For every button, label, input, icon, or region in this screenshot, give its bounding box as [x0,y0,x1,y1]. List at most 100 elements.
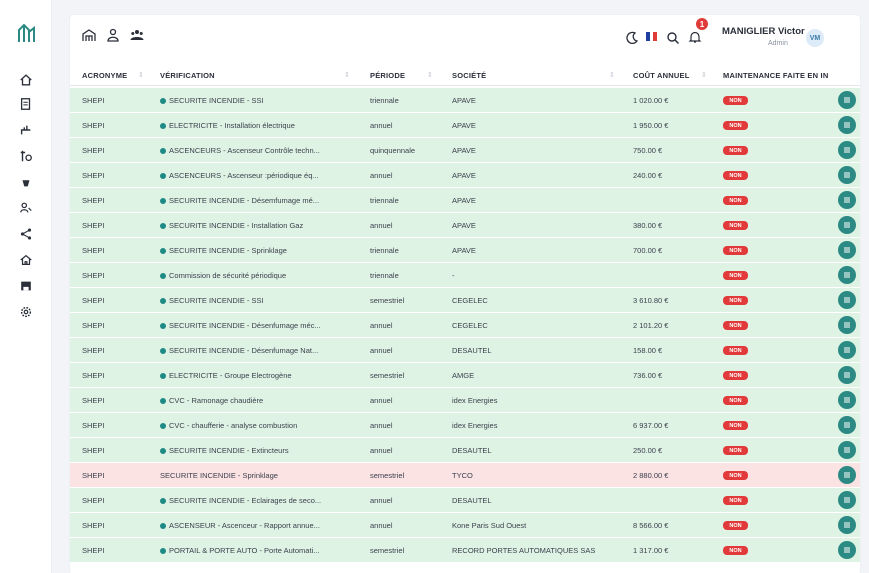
notifications-bell-icon[interactable] [688,30,702,44]
info-dot-icon[interactable] [160,147,166,154]
periode-cell: triennale [370,96,445,105]
info-dot-icon[interactable] [160,197,166,204]
row-menu-button[interactable] [838,516,856,534]
share-icon[interactable] [18,226,34,242]
table-row[interactable]: SHEPI SECURITE INCENDIE - Installation Ga… [70,213,860,238]
table-row[interactable]: SHEPI SECURITE INCENDIE - SSI triennale APA… [70,88,860,113]
table-row[interactable]: SHEPI ELECTRICITE - Groupe Electrogène sem… [70,363,860,388]
row-menu-button[interactable] [838,166,856,184]
info-dot-icon[interactable] [160,347,166,354]
societe-cell: idex Energies [452,396,622,405]
column-header-periode[interactable]: PÉRIODE [370,71,405,80]
plumbing-icon[interactable] [18,122,34,138]
table-row[interactable]: SHEPI PORTAIL & PORTE AUTO - Porte Automa… [70,538,860,563]
row-menu-button[interactable] [838,541,856,559]
table-row[interactable]: SHEPI SECURITE INCENDIE - Extincteurs annu… [70,438,860,463]
table-row[interactable]: SHEPI SECURITE INCENDIE - Sprinklage semes… [70,463,860,488]
table-row[interactable]: SHEPI SECURITE INCENDIE - Désenfumage méc… [70,313,860,338]
periode-cell-text: annuel [370,221,393,230]
acronyme-cell: SHEPI [82,271,152,280]
menu-lines-icon [844,347,850,353]
info-dot-icon[interactable] [160,97,166,104]
verification-cell-text: SECURITE INCENDIE - Eclairages de seco..… [169,496,322,505]
periode-cell: semestriel [370,296,445,305]
info-dot-icon[interactable] [160,547,166,554]
user-name[interactable]: MANIGLIER Victor [722,26,805,37]
row-menu-button[interactable] [838,366,856,384]
info-dot-icon[interactable] [160,422,166,429]
search-icon[interactable] [666,31,680,45]
table-row[interactable]: SHEPI CVC - Ramonage chaudière annuel idex … [70,388,860,413]
sort-icon[interactable]: ⇕ [344,71,350,79]
info-dot-icon[interactable] [160,522,166,529]
cout-cell-text: 700.00 € [633,246,663,255]
row-menu-button[interactable] [838,141,856,159]
column-header-cout-annuel[interactable]: COÛT ANNUEL [633,71,690,80]
row-menu-button[interactable] [838,441,856,459]
row-menu-button[interactable] [838,266,856,284]
info-dot-icon[interactable] [160,397,166,404]
info-dot-icon[interactable] [160,372,166,379]
info-dot-icon[interactable] [160,122,166,129]
row-menu-button[interactable] [838,291,856,309]
info-dot-icon[interactable] [160,297,166,304]
row-menu-button[interactable] [838,116,856,134]
acronyme-cell-text: SHEPI [82,196,105,205]
sort-icon[interactable]: ⇕ [701,71,707,79]
info-dot-icon[interactable] [160,497,166,504]
settings-icon[interactable] [18,304,34,320]
sort-icon[interactable]: ⇕ [427,71,433,79]
user-icon[interactable] [106,28,120,42]
info-dot-icon[interactable] [160,447,166,454]
societe-cell: idex Energies [452,421,622,430]
store-icon[interactable] [18,278,34,294]
column-header-maintenance[interactable]: MAINTENANCE FAITE EN IN [723,71,860,80]
fire-extinguisher-icon[interactable] [18,174,34,190]
table-row[interactable]: SHEPI Commission de sécurité périodique tr… [70,263,860,288]
verification-cell-text: SECURITE INCENDIE - Extincteurs [169,446,289,455]
row-menu-button[interactable] [838,391,856,409]
info-dot-icon[interactable] [160,322,166,329]
row-menu-button[interactable] [838,466,856,484]
document-icon[interactable] [18,96,34,112]
row-menu-button[interactable] [838,491,856,509]
row-menu-button[interactable] [838,216,856,234]
avatar[interactable]: VM [806,29,824,47]
info-dot-icon[interactable] [160,272,166,279]
table-row[interactable]: SHEPI ASCENSEUR - Ascenceur - Rapport ann… [70,513,860,538]
language-flag-icon[interactable] [646,32,658,41]
row-menu-button[interactable] [838,91,856,109]
menu-lines-icon [844,397,850,403]
users-icon[interactable] [18,200,34,216]
team-icon[interactable] [130,28,144,42]
table-row[interactable]: SHEPI SECURITE INCENDIE - Sprinklage trien… [70,238,860,263]
sort-icon[interactable]: ⇕ [138,71,144,79]
row-menu-button[interactable] [838,416,856,434]
row-menu-button[interactable] [838,316,856,334]
table-row[interactable]: SHEPI SECURITE INCENDIE - SSI semestriel CE… [70,288,860,313]
building-group-icon[interactable] [82,28,96,42]
table-row[interactable]: SHEPI SECURITE INCENDIE - Désenfumage Nat… [70,338,860,363]
column-header-societe[interactable]: SOCIÉTÉ [452,71,486,80]
info-dot-icon[interactable] [160,247,166,254]
table-row[interactable]: SHEPI ELECTRICITE - Installation électriq… [70,113,860,138]
table-row[interactable]: SHEPI ASCENCEURS - Ascenseur Contrôle tec… [70,138,860,163]
column-header-verification[interactable]: VÉRIFICATION [160,71,215,80]
column-header-acronyme[interactable]: ACRONYME [82,71,127,80]
dark-mode-toggle-icon[interactable] [625,31,639,45]
info-dot-icon[interactable] [160,222,166,229]
table-row[interactable]: SHEPI SECURITE INCENDIE - Eclairages de s… [70,488,860,513]
table-row[interactable]: SHEPI CVC - chaufferie - analyse combusti… [70,413,860,438]
building-icon[interactable] [18,252,34,268]
row-menu-button[interactable] [838,241,856,259]
table-row[interactable]: SHEPI SECURITE INCENDIE - Désemfumage mé.… [70,188,860,213]
row-menu-button[interactable] [838,191,856,209]
app-logo-icon[interactable] [16,22,38,44]
home-icon[interactable] [18,72,34,88]
sort-icon[interactable]: ⇕ [609,71,615,79]
valve-icon[interactable] [18,148,34,164]
row-menu-button[interactable] [838,341,856,359]
verification-cell: SECURITE INCENDIE - Désenfumage méc... [160,321,360,330]
info-dot-icon[interactable] [160,172,166,179]
table-row[interactable]: SHEPI ASCENCEURS - Ascenseur :périodique … [70,163,860,188]
